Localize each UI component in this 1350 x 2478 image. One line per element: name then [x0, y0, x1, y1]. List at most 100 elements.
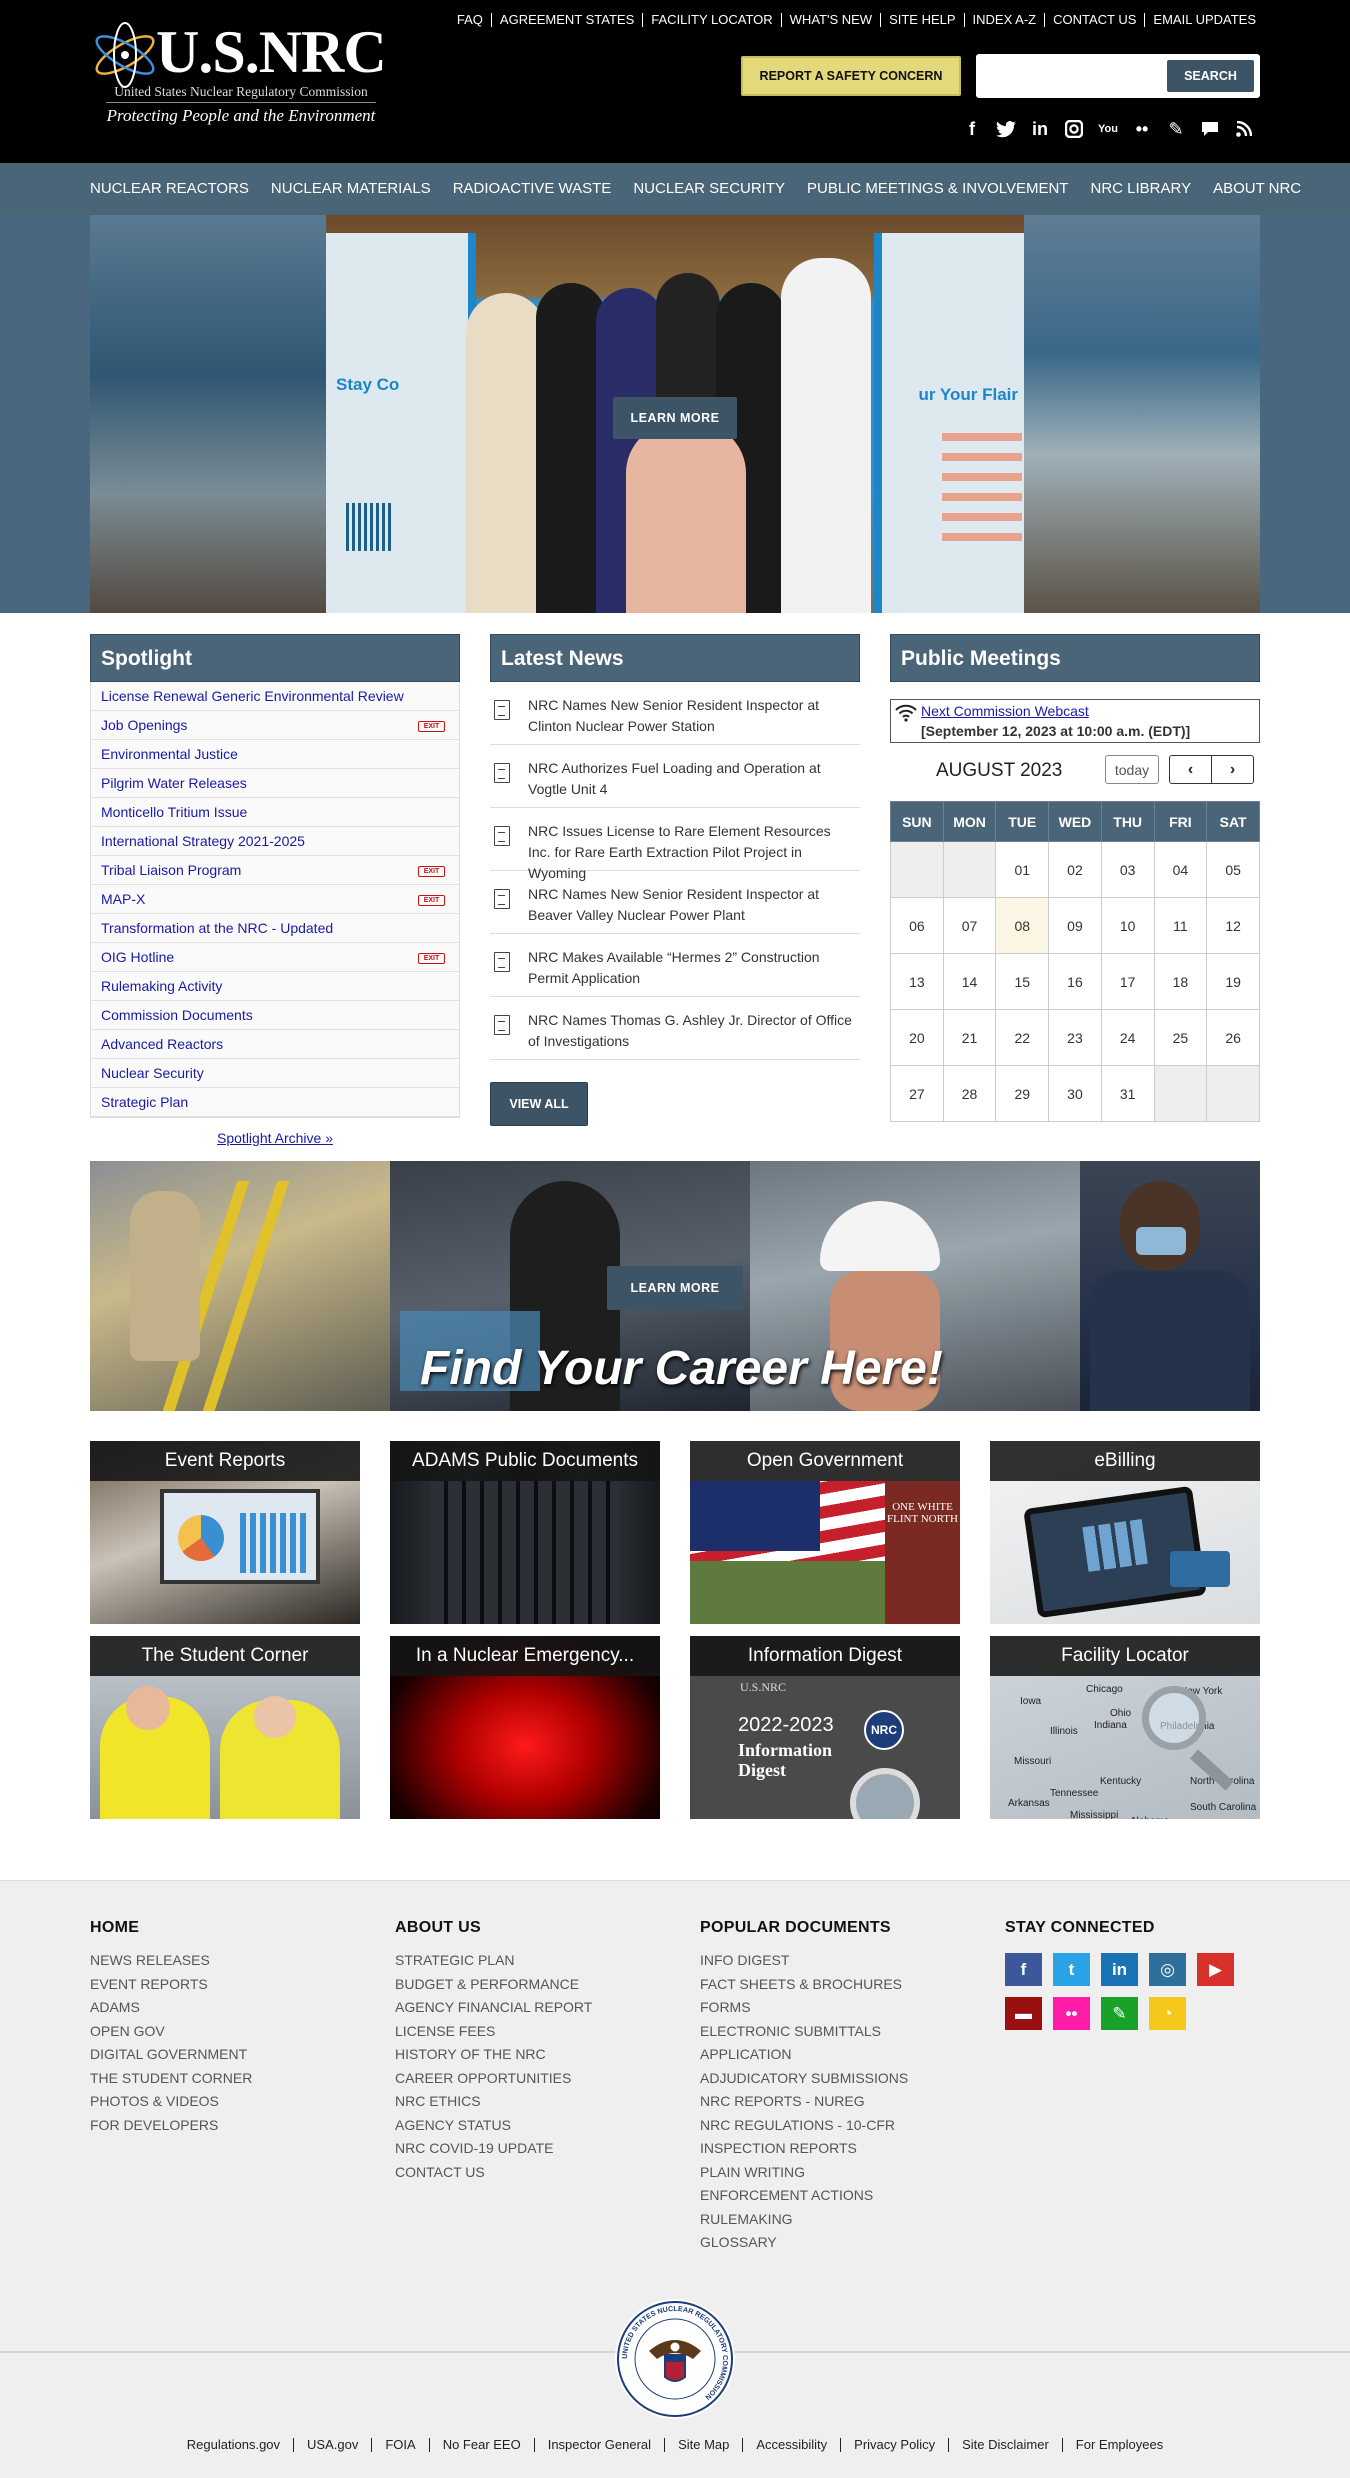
legal-link[interactable]: Regulations.gov: [174, 2438, 293, 2452]
career-learn-more-button[interactable]: LEARN MORE: [607, 1266, 743, 1310]
footer-link[interactable]: RULEMAKING: [700, 2208, 908, 2232]
calendar-day[interactable]: 11: [1153, 897, 1208, 954]
footer-link[interactable]: FOR DEVELOPERS: [90, 2114, 252, 2138]
footer-link[interactable]: BUDGET & PERFORMANCE: [395, 1973, 592, 1997]
footer-link[interactable]: PHOTOS & VIDEOS: [90, 2090, 252, 2114]
util-link-whats-new[interactable]: WHAT'S NEW: [780, 13, 880, 27]
spotlight-item[interactable]: Environmental Justice: [91, 740, 459, 769]
footer-link[interactable]: GLOSSARY: [700, 2231, 908, 2255]
footer-heading[interactable]: POPULAR DOCUMENTS: [700, 1919, 908, 1937]
rss-icon[interactable]: [1230, 116, 1258, 142]
calendar-day[interactable]: 30: [1048, 1065, 1102, 1122]
footer-link[interactable]: AGENCY STATUS: [395, 2114, 592, 2138]
footer-link[interactable]: FACT SHEETS & BROCHURES: [700, 1973, 908, 1997]
spotlight-item[interactable]: OIG Hotline EXIT: [91, 943, 459, 972]
calendar-day[interactable]: 25: [1153, 1009, 1208, 1066]
spotlight-item[interactable]: Advanced Reactors: [91, 1030, 459, 1059]
util-link-contact-us[interactable]: CONTACT US: [1044, 13, 1144, 27]
nav-about-nrc[interactable]: ABOUT NRC: [1213, 163, 1301, 215]
linkedin-icon[interactable]: in: [1101, 1953, 1138, 1986]
footer-link[interactable]: INFO DIGEST: [700, 1949, 908, 1973]
calendar-day[interactable]: 28: [942, 1065, 997, 1122]
tile-adams-public-documents[interactable]: ADAMS Public Documents: [390, 1441, 660, 1624]
tile-nuclear-emergency[interactable]: In a Nuclear Emergency...: [390, 1636, 660, 1819]
nrc-logo[interactable]: U.S.NRC United States Nuclear Regulatory…: [90, 18, 387, 128]
news-item[interactable]: NRC Makes Available “Hermes 2” Construct…: [490, 934, 860, 997]
spotlight-item[interactable]: Transformation at the NRC - Updated: [91, 914, 459, 943]
footer-link[interactable]: NRC REGULATIONS - 10-CFR: [700, 2114, 908, 2138]
legal-link[interactable]: FOIA: [371, 2438, 428, 2452]
spotlight-item[interactable]: International Strategy 2021-2025: [91, 827, 459, 856]
twitter-icon[interactable]: t: [1053, 1953, 1090, 1986]
pencil-icon[interactable]: ✎: [1101, 1997, 1138, 2030]
tile-information-digest[interactable]: U.S.NRC 2022-2023 Information Digest NRC…: [690, 1636, 960, 1819]
next-webcast-link[interactable]: Next Commission Webcast: [921, 703, 1089, 719]
footer-link[interactable]: NRC ETHICS: [395, 2090, 592, 2114]
footer-link[interactable]: THE STUDENT CORNER: [90, 2067, 252, 2091]
news-item[interactable]: NRC Names Thomas G. Ashley Jr. Director …: [490, 997, 860, 1060]
tile-facility-locator[interactable]: Iowa Illinois Indiana Ohio New York Missouri K…: [990, 1636, 1260, 1819]
comment-icon[interactable]: [1196, 116, 1224, 142]
facebook-icon[interactable]: f: [1005, 1953, 1042, 1986]
footer-link[interactable]: ELECTRONIC SUBMITTALS: [700, 2020, 908, 2044]
calendar-day[interactable]: 02: [1048, 841, 1102, 898]
calendar-day[interactable]: 07: [942, 897, 997, 954]
footer-link[interactable]: STRATEGIC PLAN: [395, 1949, 592, 1973]
view-all-news-button[interactable]: VIEW ALL: [490, 1082, 588, 1126]
tile-ebilling[interactable]: eBilling: [990, 1441, 1260, 1624]
calendar-day[interactable]: 27: [890, 1065, 944, 1122]
comment-icon[interactable]: ▬: [1005, 1997, 1042, 2030]
search-input[interactable]: [982, 62, 1142, 90]
footer-link[interactable]: OPEN GOV: [90, 2020, 252, 2044]
news-item[interactable]: NRC Issues License to Rare Element Resou…: [490, 808, 860, 881]
util-link-site-help[interactable]: SITE HELP: [880, 13, 963, 27]
footer-link[interactable]: ADAMS: [90, 1996, 252, 2020]
footer-link[interactable]: AGENCY FINANCIAL REPORT: [395, 1996, 592, 2020]
youtube-icon[interactable]: You: [1094, 116, 1122, 142]
footer-heading[interactable]: ABOUT US: [395, 1919, 592, 1937]
footer-link[interactable]: LICENSE FEES: [395, 2020, 592, 2044]
report-safety-concern-button[interactable]: REPORT A SAFETY CONCERN: [741, 56, 961, 96]
calendar-day[interactable]: 14: [942, 953, 997, 1010]
util-link-agreement-states[interactable]: AGREEMENT STATES: [490, 13, 642, 27]
calendar-day[interactable]: 06: [890, 897, 944, 954]
spotlight-item[interactable]: Nuclear Security: [91, 1059, 459, 1088]
calendar-day[interactable]: 13: [890, 953, 944, 1010]
twitter-icon[interactable]: [992, 116, 1020, 142]
nav-public-meetings[interactable]: PUBLIC MEETINGS & INVOLVEMENT: [807, 163, 1068, 215]
calendar-day[interactable]: 26: [1206, 1009, 1260, 1066]
legal-link[interactable]: Site Map: [664, 2438, 742, 2452]
hero-learn-more-button[interactable]: LEARN MORE: [613, 397, 737, 439]
pencil-icon[interactable]: ✎: [1162, 116, 1190, 142]
footer-link[interactable]: HISTORY OF THE NRC: [395, 2043, 592, 2067]
footer-link[interactable]: ENFORCEMENT ACTIONS: [700, 2184, 908, 2208]
calendar-day[interactable]: 05: [1206, 841, 1260, 898]
legal-link[interactable]: Privacy Policy: [840, 2438, 948, 2452]
calendar-day[interactable]: 03: [1100, 841, 1155, 898]
spotlight-item[interactable]: Commission Documents: [91, 1001, 459, 1030]
footer-link[interactable]: PLAIN WRITING: [700, 2161, 908, 2185]
calendar-today-button[interactable]: today: [1105, 755, 1159, 784]
news-item[interactable]: NRC Authorizes Fuel Loading and Operatio…: [490, 745, 860, 808]
calendar-day[interactable]: 16: [1048, 953, 1102, 1010]
calendar-day[interactable]: 18: [1153, 953, 1208, 1010]
nav-nuclear-security[interactable]: NUCLEAR SECURITY: [633, 163, 785, 215]
footer-heading[interactable]: HOME: [90, 1919, 252, 1937]
instagram-icon[interactable]: [1060, 116, 1088, 142]
nav-nrc-library[interactable]: NRC LIBRARY: [1090, 163, 1191, 215]
footer-link[interactable]: NRC REPORTS - NUREG: [700, 2090, 908, 2114]
calendar-day[interactable]: 23: [1048, 1009, 1102, 1066]
legal-link[interactable]: Site Disclaimer: [948, 2438, 1062, 2452]
calendar-day[interactable]: 21: [942, 1009, 997, 1066]
legal-link[interactable]: Inspector General: [533, 2438, 664, 2452]
calendar-day[interactable]: 01: [995, 841, 1050, 898]
util-link-index[interactable]: INDEX A-Z: [963, 13, 1045, 27]
calendar-day[interactable]: 31: [1100, 1065, 1155, 1122]
calendar-day[interactable]: 12: [1206, 897, 1260, 954]
calendar-day[interactable]: 09: [1048, 897, 1102, 954]
facebook-icon[interactable]: f: [958, 116, 986, 142]
calendar-day[interactable]: 15: [995, 953, 1050, 1010]
spotlight-item[interactable]: Rulemaking Activity: [91, 972, 459, 1001]
spotlight-item[interactable]: License Renewal Generic Environmental Re…: [91, 682, 459, 711]
spotlight-item[interactable]: MAP-X EXIT: [91, 885, 459, 914]
